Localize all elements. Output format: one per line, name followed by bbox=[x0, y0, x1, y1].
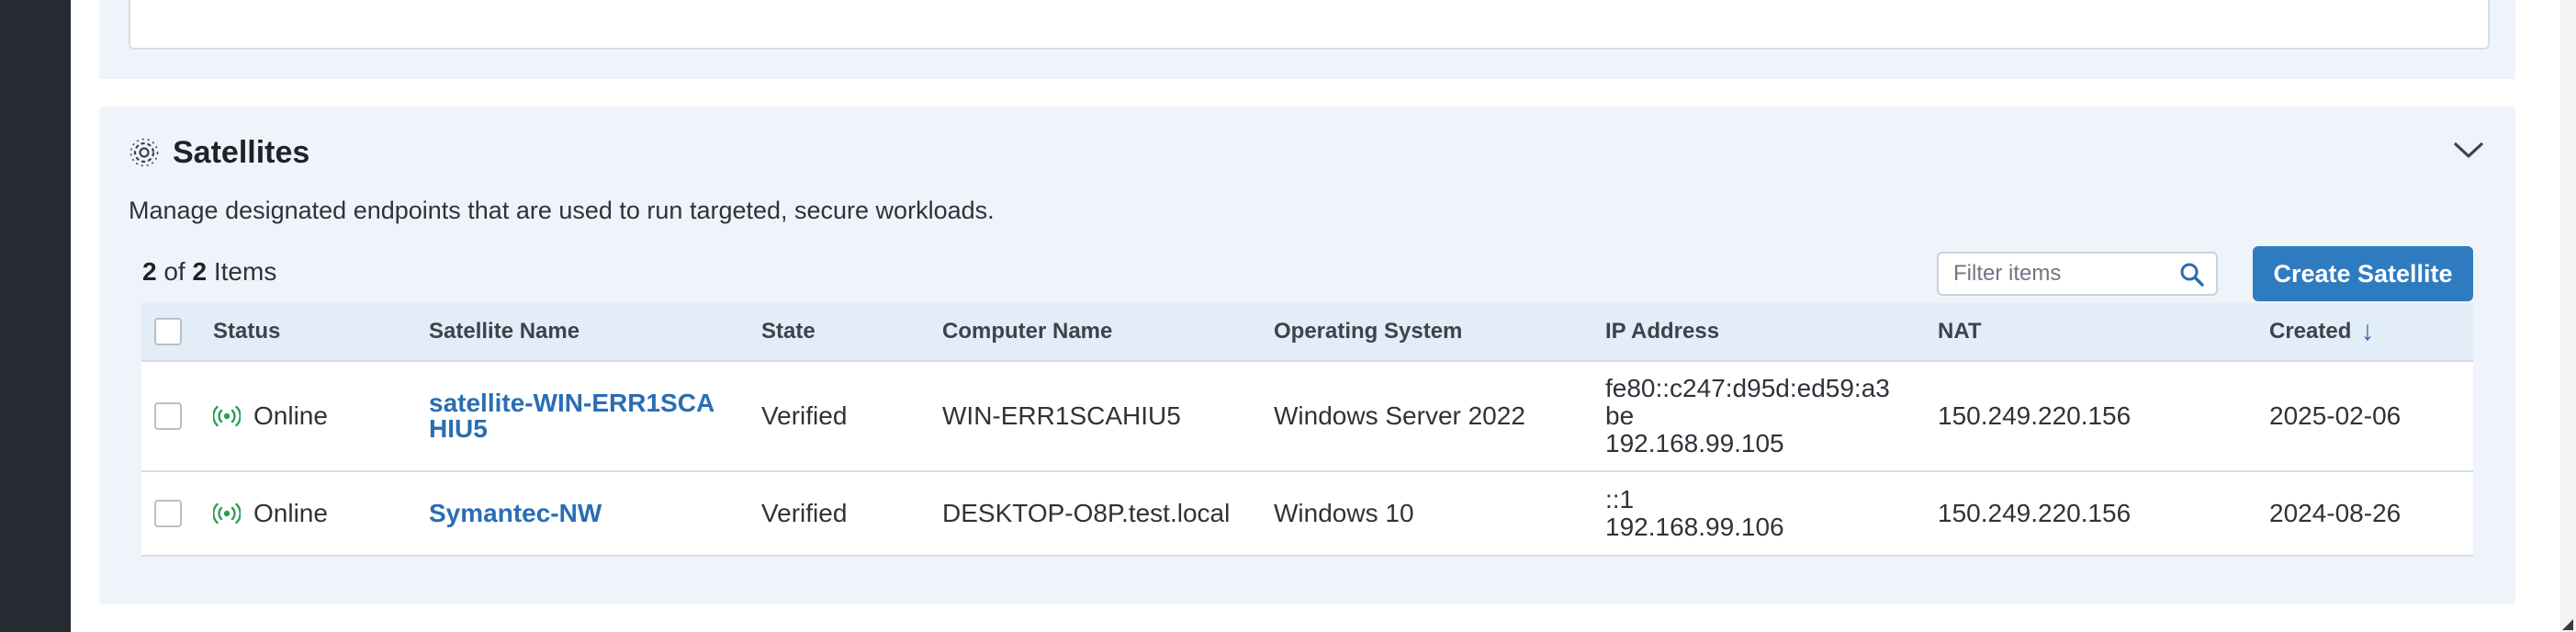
previous-panel bbox=[99, 0, 2515, 79]
computer-name-cell: WIN-ERR1SCAHIU5 bbox=[942, 401, 1181, 430]
broadcast-online-icon bbox=[213, 502, 241, 525]
ip-line: fe80::c247:d95d:ed59:a3 bbox=[1605, 374, 1890, 402]
satellite-name-line[interactable]: satellite-WIN-ERR1SCA bbox=[429, 390, 714, 416]
header-ip-address[interactable]: IP Address bbox=[1605, 303, 1719, 360]
header-status[interactable]: Status bbox=[213, 303, 280, 360]
header-nat[interactable]: NAT bbox=[1938, 303, 1982, 360]
header-satellite-name[interactable]: Satellite Name bbox=[429, 303, 741, 360]
ip-address-cell: fe80::c247:d95d:ed59:a3 be 192.168.99.10… bbox=[1605, 362, 1890, 470]
satellite-name-link[interactable]: Symantec-NW bbox=[429, 472, 741, 555]
nat-cell: 150.249.220.156 bbox=[1938, 401, 2132, 430]
select-all-checkbox[interactable] bbox=[154, 318, 182, 345]
created-cell: 2024-08-26 bbox=[2269, 499, 2402, 527]
chevron-down-icon bbox=[2454, 142, 2483, 158]
table-header-row: Status Satellite Name State Computer Nam… bbox=[141, 303, 2473, 362]
collapse-button[interactable] bbox=[2447, 132, 2490, 169]
satellite-name-line[interactable]: HIU5 bbox=[429, 416, 488, 442]
ip-line: 192.168.99.105 bbox=[1605, 429, 1784, 457]
ip-line: 192.168.99.106 bbox=[1605, 513, 1784, 541]
search-icon[interactable] bbox=[2179, 262, 2205, 288]
computer-name-cell: DESKTOP-O8P.test.local bbox=[942, 499, 1231, 527]
filter-items-field bbox=[1937, 252, 2218, 296]
items-of: of bbox=[163, 257, 186, 286]
satellites-table: Status Satellite Name State Computer Nam… bbox=[141, 303, 2473, 557]
left-nav-rail bbox=[0, 0, 71, 632]
header-state[interactable]: State bbox=[761, 303, 816, 360]
satellite-gear-icon bbox=[129, 138, 159, 167]
status-cell: Online bbox=[213, 472, 328, 555]
created-cell: 2025-02-06 bbox=[2269, 401, 2402, 430]
satellite-name-link[interactable]: satellite-WIN-ERR1SCA HIU5 bbox=[429, 362, 741, 470]
panel-description: Manage designated endpoints that are use… bbox=[129, 197, 995, 224]
filter-items-input[interactable] bbox=[1939, 260, 2185, 288]
ip-address-cell: ::1 192.168.99.106 bbox=[1605, 472, 1784, 555]
page-content: Satellites Manage designated endpoints t… bbox=[71, 0, 2560, 632]
satellite-name-line[interactable]: Symantec-NW bbox=[429, 501, 602, 526]
header-computer-name[interactable]: Computer Name bbox=[942, 303, 1112, 360]
status-text: Online bbox=[253, 401, 328, 430]
satellites-panel: Satellites Manage designated endpoints t… bbox=[99, 107, 2515, 604]
items-total: 2 bbox=[192, 257, 208, 286]
sort-descending-icon: ↓ bbox=[2360, 316, 2375, 346]
items-unit: Items bbox=[213, 257, 277, 286]
page-scrollbar[interactable] bbox=[2560, 0, 2576, 632]
broadcast-online-icon bbox=[213, 405, 241, 427]
status-text: Online bbox=[253, 499, 328, 527]
row-checkbox[interactable] bbox=[154, 500, 182, 527]
row-checkbox[interactable] bbox=[154, 402, 182, 430]
operating-system-cell: Windows 10 bbox=[1274, 499, 1414, 527]
items-count: 2 of 2 Items bbox=[142, 257, 276, 287]
panel-header: Satellites bbox=[129, 134, 309, 171]
create-satellite-button[interactable]: Create Satellite bbox=[2253, 246, 2473, 301]
header-operating-system[interactable]: Operating System bbox=[1274, 303, 1462, 360]
table-row: Online Symantec-NW Verified DESKTOP-O8P.… bbox=[141, 472, 2473, 557]
panel-title: Satellites bbox=[173, 134, 310, 170]
status-cell: Online bbox=[213, 362, 328, 470]
ip-line: ::1 bbox=[1605, 485, 1635, 514]
resize-corner-icon bbox=[2562, 619, 2573, 630]
header-created[interactable]: Created ↓ bbox=[2269, 303, 2374, 360]
header-created-label: Created bbox=[2269, 319, 2352, 344]
previous-panel-content bbox=[129, 0, 2490, 50]
state-cell: Verified bbox=[761, 499, 848, 527]
nat-cell: 150.249.220.156 bbox=[1938, 499, 2132, 527]
table-row: Online satellite-WIN-ERR1SCA HIU5 Verifi… bbox=[141, 362, 2473, 472]
state-cell: Verified bbox=[761, 401, 848, 430]
operating-system-cell: Windows Server 2022 bbox=[1274, 401, 1525, 430]
ip-line: be bbox=[1605, 401, 1635, 430]
items-shown: 2 bbox=[142, 257, 157, 286]
